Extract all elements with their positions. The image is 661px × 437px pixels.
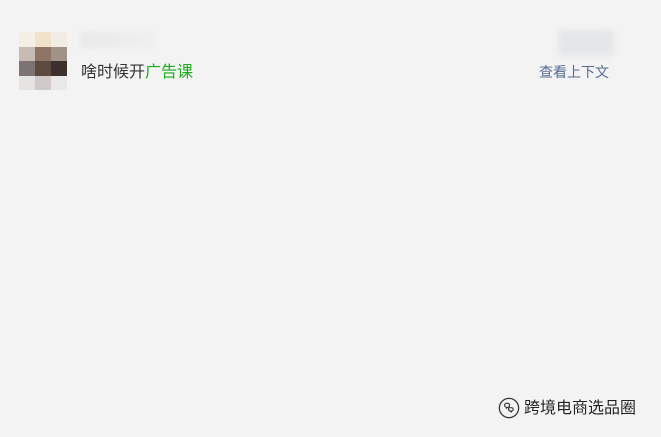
avatar-pixel <box>35 32 51 47</box>
comment-text-prefix: 啥时候开 <box>81 62 146 81</box>
avatar-pixel <box>35 75 51 90</box>
avatar-pixel <box>19 32 35 47</box>
avatar-pixel <box>51 32 67 47</box>
watermark-text: 跨境电商选品圈 <box>524 398 637 417</box>
comment-text-highlight: 广告课 <box>145 62 194 81</box>
avatar-pixel <box>19 61 35 76</box>
watermark: 跨境电商选品圈 <box>498 396 636 420</box>
avatar-pixel <box>35 46 51 61</box>
nickname-redacted <box>80 32 155 48</box>
comment-item: 啥时候开广告课 查看上下文 <box>0 0 661 110</box>
avatar-pixel <box>19 75 35 90</box>
avatar-pixel <box>51 46 67 61</box>
avatar-pixel <box>19 46 35 61</box>
like-area-redacted <box>558 30 614 56</box>
avatar-pixel <box>51 75 67 90</box>
avatar-pixel <box>35 61 51 76</box>
comment-text: 啥时候开广告课 <box>81 62 193 82</box>
avatar[interactable] <box>19 32 67 90</box>
wechat-official-account-icon <box>498 397 520 419</box>
avatar-pixel <box>51 61 67 76</box>
view-context-link[interactable]: 查看上下文 <box>539 64 609 82</box>
